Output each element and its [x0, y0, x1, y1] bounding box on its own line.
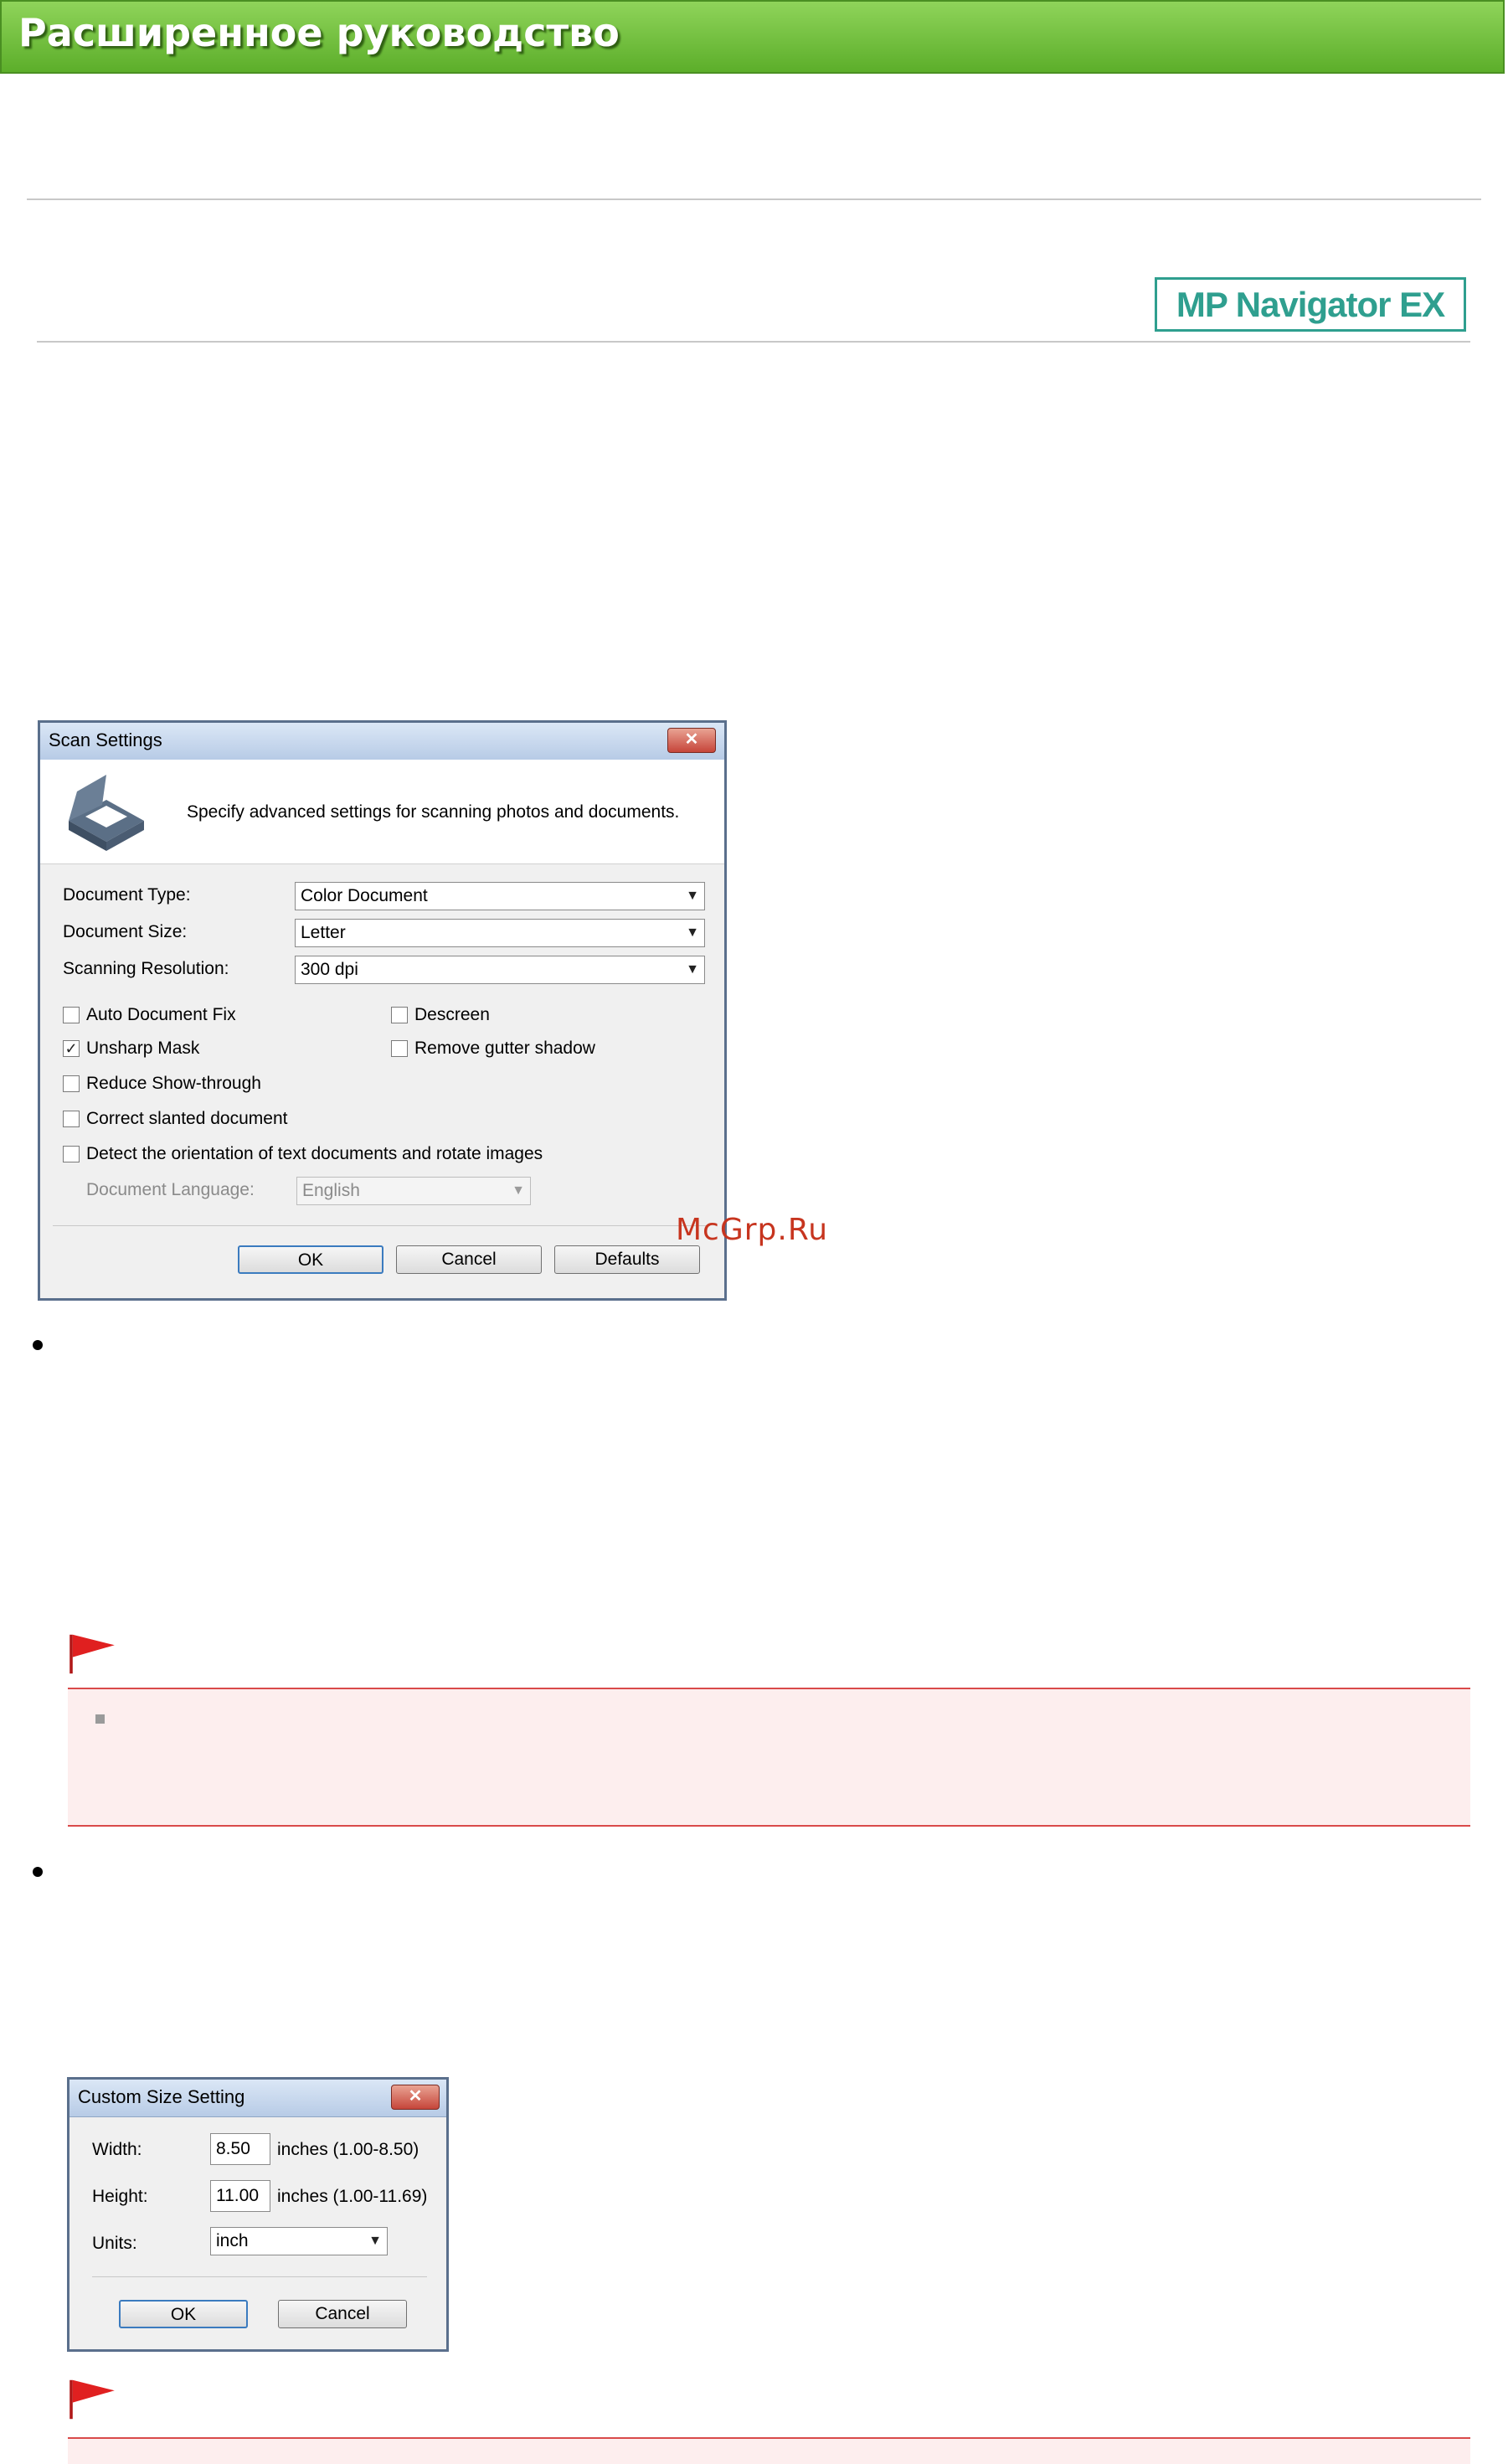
bullet: [33, 1340, 43, 1350]
dropdown-arrow-icon: ▼: [512, 1183, 525, 1198]
remove-gutter-shadow-label: Remove gutter shadow: [414, 1039, 595, 1058]
dropdown-arrow-icon: ▼: [368, 2234, 382, 2248]
detect-orientation-checkbox[interactable]: [63, 1146, 80, 1162]
width-label: Width:: [92, 2140, 142, 2159]
units-label: Units:: [92, 2234, 137, 2253]
note-box: [68, 2437, 1470, 2464]
flag-icon: [69, 2379, 115, 2420]
ok-button[interactable]: OK: [238, 1245, 383, 1274]
document-language-value: English: [302, 1181, 360, 1200]
document-type-select[interactable]: Color Document ▼: [295, 882, 705, 910]
document-type-value: Color Document: [301, 886, 428, 905]
bullet: [33, 1867, 43, 1877]
note-box: [68, 1688, 1470, 1827]
dialog-titlebar: Scan Settings ✕: [40, 723, 724, 760]
correct-slanted-checkbox[interactable]: [63, 1111, 80, 1127]
document-size-label: Document Size:: [63, 922, 188, 941]
document-language-label: Document Language:: [86, 1180, 255, 1199]
height-label: Height:: [92, 2187, 148, 2206]
descreen-checkbox[interactable]: [391, 1007, 408, 1023]
width-input[interactable]: 8.50: [210, 2133, 270, 2165]
close-icon[interactable]: ✕: [391, 2085, 440, 2110]
height-range: inches (1.00-11.69): [277, 2187, 428, 2206]
divider: [37, 341, 1470, 343]
scan-settings-dialog: Scan Settings ✕ Specify advanced setting…: [38, 720, 727, 1301]
ok-button[interactable]: OK: [119, 2300, 248, 2328]
page-title: Расширенное руководство: [18, 10, 620, 55]
note-bullet-icon: [95, 1714, 105, 1724]
watermark: McGrp.Ru: [676, 1213, 829, 1247]
height-input[interactable]: 11.00: [210, 2180, 270, 2212]
unsharp-mask-label: Unsharp Mask: [86, 1039, 200, 1058]
units-value: inch: [216, 2231, 249, 2250]
close-icon[interactable]: ✕: [667, 728, 716, 753]
dialog-description: Specify advanced settings for scanning p…: [187, 802, 680, 822]
scanning-resolution-select[interactable]: 300 dpi ▼: [295, 956, 705, 984]
custom-size-dialog: Custom Size Setting ✕ Width: 8.50 inches…: [67, 2077, 449, 2352]
defaults-button[interactable]: Defaults: [554, 1245, 700, 1274]
dropdown-arrow-icon: ▼: [686, 889, 699, 903]
dialog-separator: [92, 2276, 427, 2277]
cancel-button[interactable]: Cancel: [396, 1245, 542, 1274]
dialog-title: Custom Size Setting: [78, 2086, 245, 2107]
auto-document-fix-label: Auto Document Fix: [86, 1005, 236, 1024]
divider: [27, 198, 1481, 200]
document-language-select[interactable]: English ▼: [296, 1177, 531, 1205]
reduce-show-through-label: Reduce Show-through: [86, 1074, 261, 1093]
descreen-label: Descreen: [414, 1005, 490, 1024]
cancel-button[interactable]: Cancel: [278, 2300, 407, 2328]
document-size-select[interactable]: Letter ▼: [295, 919, 705, 947]
document-size-value: Letter: [301, 923, 346, 942]
detect-orientation-label: Detect the orientation of text documents…: [86, 1144, 543, 1163]
flag-icon: [69, 1634, 115, 1674]
mp-navigator-logo: MP Navigator EX: [1155, 277, 1466, 332]
scanning-resolution-value: 300 dpi: [301, 960, 358, 979]
scanner-icon: [69, 775, 144, 851]
width-range: inches (1.00-8.50): [277, 2140, 419, 2159]
reduce-show-through-checkbox[interactable]: [63, 1075, 80, 1092]
dropdown-arrow-icon: ▼: [686, 925, 699, 940]
auto-document-fix-checkbox[interactable]: [63, 1007, 80, 1023]
dialog-titlebar: Custom Size Setting ✕: [69, 2080, 446, 2117]
document-type-label: Document Type:: [63, 885, 191, 905]
correct-slanted-label: Correct slanted document: [86, 1109, 288, 1128]
dialog-separator: [53, 1225, 710, 1226]
dialog-title: Scan Settings: [49, 729, 162, 750]
units-select[interactable]: inch ▼: [210, 2227, 388, 2255]
unsharp-mask-checkbox[interactable]: ✓: [63, 1040, 80, 1057]
scanning-resolution-label: Scanning Resolution:: [63, 959, 229, 978]
dropdown-arrow-icon: ▼: [686, 962, 699, 977]
remove-gutter-shadow-checkbox[interactable]: [391, 1040, 408, 1057]
